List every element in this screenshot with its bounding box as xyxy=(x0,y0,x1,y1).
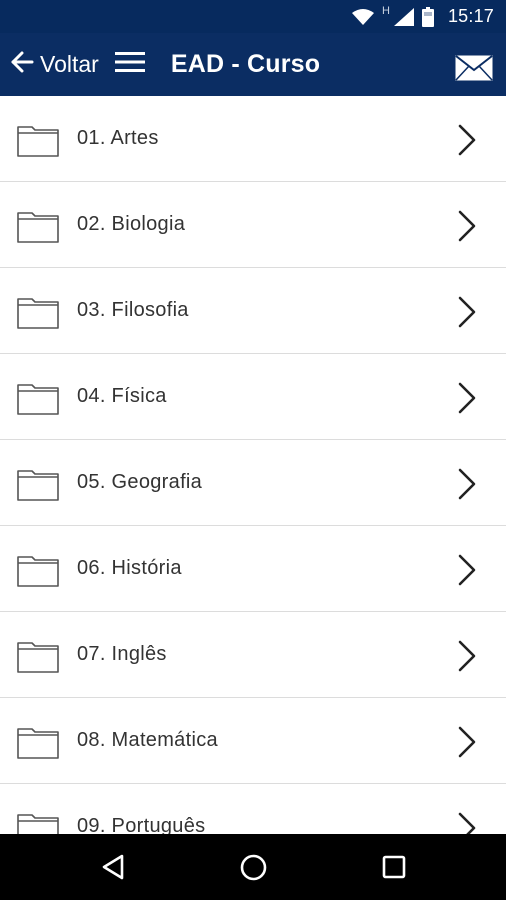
course-list-item[interactable]: 01. Artes xyxy=(0,96,506,182)
page-title: EAD - Curso xyxy=(170,50,321,78)
course-label: 02. Biologia xyxy=(77,213,186,235)
course-list-item[interactable]: 04. Física xyxy=(0,354,506,440)
folder-icon xyxy=(17,725,59,764)
course-label: 01. Artes xyxy=(77,127,159,149)
course-label: 05. Geografia xyxy=(77,471,203,493)
course-list-item[interactable]: 09. Português xyxy=(0,784,506,834)
course-label: 09. Português xyxy=(77,815,206,834)
folder-icon xyxy=(17,295,59,334)
home-circle-icon xyxy=(240,854,267,885)
course-list-item[interactable]: 05. Geografia xyxy=(0,440,506,526)
folder-icon xyxy=(17,467,59,506)
chevron-right-icon xyxy=(457,554,477,591)
folder-icon xyxy=(17,553,59,592)
nav-home-button[interactable] xyxy=(240,854,267,886)
course-label: 03. Filosofia xyxy=(77,299,189,321)
course-label: 08. Matemática xyxy=(77,729,218,751)
menu-button[interactable] xyxy=(114,51,145,78)
recents-square-icon xyxy=(382,855,406,883)
course-list-item[interactable]: 08. Matemática xyxy=(0,698,506,784)
course-label: 07. Inglês xyxy=(77,643,167,665)
back-triangle-icon xyxy=(101,854,125,884)
chevron-right-icon xyxy=(457,210,477,247)
course-list-item[interactable]: 06. História xyxy=(0,526,506,612)
back-label: Voltar xyxy=(40,51,99,77)
folder-icon xyxy=(17,209,59,248)
network-type-label: H xyxy=(382,4,390,17)
nav-recents-button[interactable] xyxy=(382,855,406,884)
back-arrow-icon xyxy=(10,51,34,78)
wifi-icon xyxy=(352,8,374,25)
system-nav-bar xyxy=(0,834,506,900)
folder-icon xyxy=(17,639,59,678)
chevron-right-icon xyxy=(457,382,477,419)
chevron-right-icon xyxy=(457,726,477,763)
messages-button[interactable] xyxy=(455,55,493,86)
chevron-right-icon xyxy=(457,468,477,505)
battery-icon xyxy=(421,6,434,27)
chevron-right-icon xyxy=(457,296,477,333)
mail-icon xyxy=(455,55,493,85)
folder-icon xyxy=(17,811,59,834)
nav-back-button[interactable] xyxy=(101,854,125,885)
hamburger-menu-icon xyxy=(114,51,145,78)
course-list-item[interactable]: 03. Filosofia xyxy=(0,268,506,354)
back-button[interactable]: Voltar xyxy=(10,51,99,78)
status-time: 15:17 xyxy=(447,6,494,26)
course-list: 01. Artes 02. Biologia 03. Filosofia 04. Fí… xyxy=(0,96,506,834)
chevron-right-icon xyxy=(457,812,477,834)
folder-icon xyxy=(17,123,59,162)
folder-icon xyxy=(17,381,59,420)
course-list-item[interactable]: 02. Biologia xyxy=(0,182,506,268)
chevron-right-icon xyxy=(457,124,477,161)
chevron-right-icon xyxy=(457,640,477,677)
course-list-item[interactable]: 07. Inglês xyxy=(0,612,506,698)
course-label: 06. História xyxy=(77,557,182,579)
app-bar: Voltar EAD - Curso xyxy=(0,33,506,96)
status-bar: H 15:17 xyxy=(0,0,506,33)
cell-signal-icon xyxy=(393,7,414,26)
course-label: 04. Física xyxy=(77,385,167,407)
